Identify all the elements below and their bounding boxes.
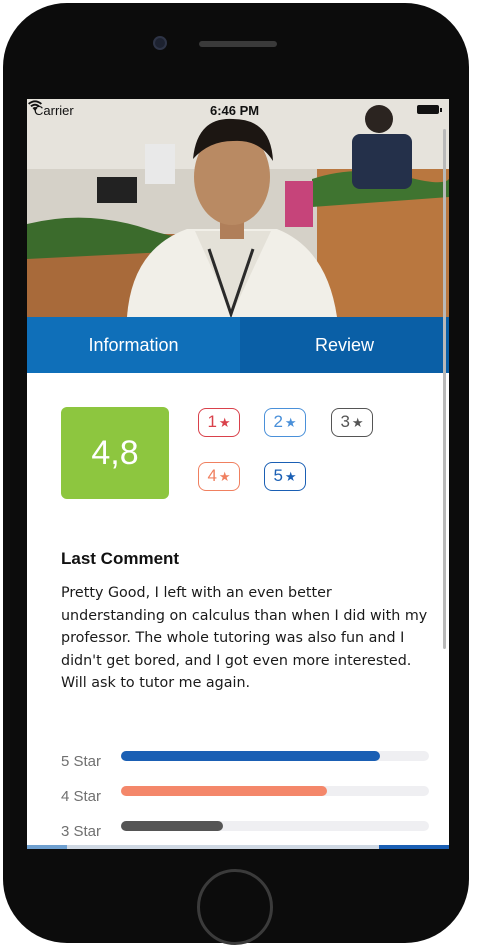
rating-bar-fill-4-star [121, 786, 328, 796]
filter-2-star-label: 2 [273, 412, 283, 431]
filter-3-star-button[interactable]: 3 ★ [331, 408, 373, 437]
filter-1-star-button[interactable]: 1 ★ [198, 408, 240, 437]
wifi-icon [28, 100, 42, 111]
last-comment-text: Pretty Good, I left with an even better … [61, 585, 428, 692]
rating-label-3-star: 3 Star [61, 823, 102, 840]
star-icon: ★ [218, 415, 231, 430]
rating-label-5-star: 5 Star [61, 753, 102, 770]
rating-bar-fill-3-star [121, 821, 223, 831]
scroll-indicator[interactable] [443, 129, 446, 649]
star-icon: ★ [284, 415, 297, 430]
rating-bar-fill-5-star [121, 751, 380, 761]
filter-3-star-label: 3 [340, 412, 350, 431]
app-screen: Carrier 6:46 PM Information Review 4,8 1… [27, 99, 449, 849]
profile-photo: Carrier 6:46 PM [27, 99, 449, 317]
filter-2-star-button[interactable]: 2 ★ [264, 408, 306, 437]
profile-photo-illustration [27, 99, 449, 317]
tab-bar: Information Review [27, 317, 449, 373]
tab-information[interactable]: Information [27, 317, 240, 373]
filter-1-star-label: 1 [207, 412, 217, 431]
rating-bar-4-star [121, 786, 429, 796]
rating-bar-5-star [121, 751, 429, 761]
bottom-divider-accent-right [379, 845, 449, 849]
average-rating-badge: 4,8 [61, 407, 169, 499]
filter-4-star-button[interactable]: 4 ★ [198, 462, 240, 491]
clock-time: 6:46 PM [210, 103, 260, 118]
status-bar: Carrier 6:46 PM [27, 99, 449, 121]
home-button[interactable] [197, 869, 273, 945]
star-icon: ★ [218, 469, 231, 484]
rating-label-4-star: 4 Star [61, 788, 102, 805]
filter-4-star-label: 4 [207, 466, 217, 485]
star-icon: ★ [284, 469, 297, 484]
front-camera [153, 36, 167, 50]
rating-bar-3-star [121, 821, 429, 831]
earpiece-speaker [199, 41, 277, 47]
filter-5-star-button[interactable]: 5 ★ [264, 462, 306, 491]
last-comment-heading: Last Comment [61, 549, 180, 568]
bottom-divider-accent-left [27, 845, 67, 849]
phone-frame: Carrier 6:46 PM Information Review 4,8 1… [3, 3, 469, 945]
filter-5-star-label: 5 [273, 466, 283, 485]
battery-icon [417, 105, 442, 114]
star-icon: ★ [351, 415, 364, 430]
tab-review[interactable]: Review [240, 317, 449, 373]
bottom-divider [27, 845, 449, 849]
